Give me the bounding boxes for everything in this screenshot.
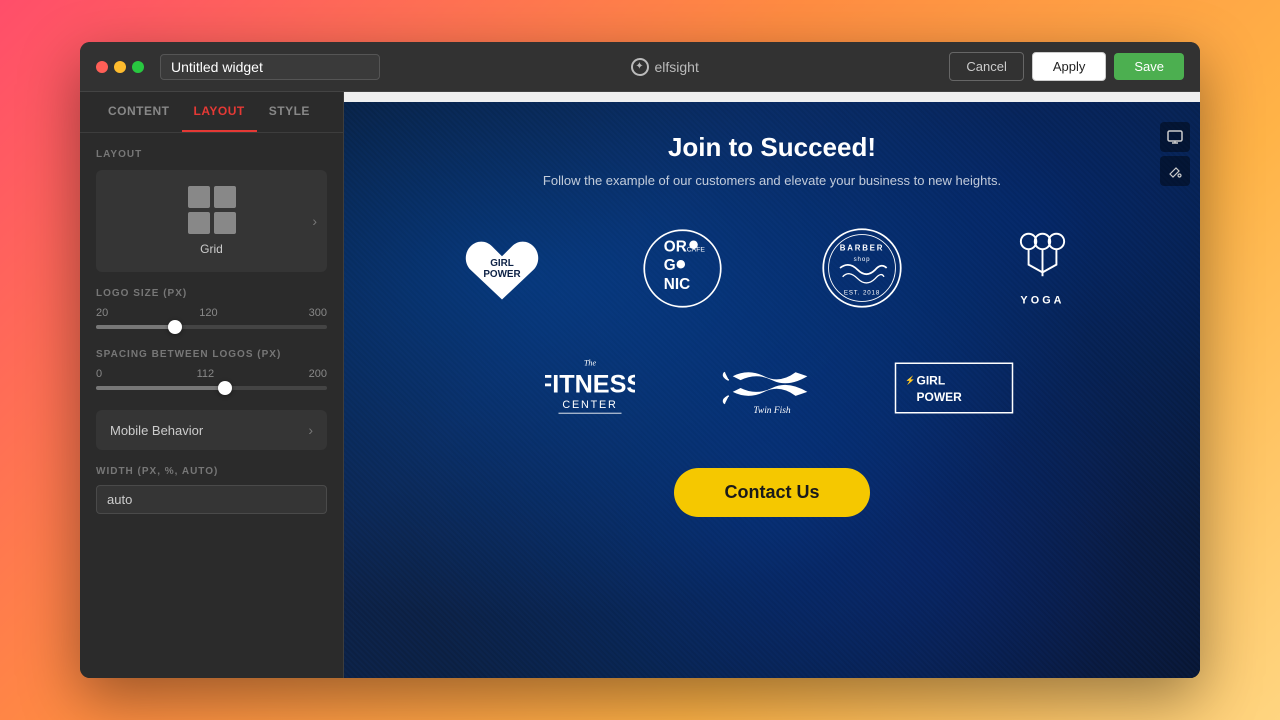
grid-cell xyxy=(188,186,210,208)
elfsight-brand: elfsight xyxy=(655,59,699,75)
titlebar-actions: Cancel Apply Save xyxy=(949,52,1184,81)
elfsight-logo: ✦ elfsight xyxy=(631,58,699,76)
logo-item-twinfish: Twin Fish xyxy=(691,338,853,438)
logo-item-girlpower2: ⚡ GIRL POWER xyxy=(873,338,1035,438)
logo-size-fill xyxy=(96,325,175,329)
spacing-label: SPACING BETWEEN LOGOS (PX) xyxy=(96,349,327,360)
svg-text:⚡: ⚡ xyxy=(905,375,915,386)
widget-title-input[interactable] xyxy=(160,54,380,80)
spacing-fill xyxy=(96,386,225,390)
tab-content[interactable]: CONTENT xyxy=(96,92,182,132)
layout-name: Grid xyxy=(200,242,223,256)
logo-size-thumb[interactable] xyxy=(168,320,182,334)
logo-size-section: LOGO SIZE (PX) 20 120 300 xyxy=(80,288,343,349)
spacing-thumb[interactable] xyxy=(218,381,232,395)
logo-item-girl-power: GIRL POWER xyxy=(422,218,582,318)
minimize-button[interactable] xyxy=(114,61,126,73)
spacing-value: 112 xyxy=(197,368,215,380)
svg-text:GIRL: GIRL xyxy=(916,373,945,387)
svg-text:EST. 2018: EST. 2018 xyxy=(844,289,880,296)
chevron-right-icon: › xyxy=(308,422,313,438)
logo-size-value: 120 xyxy=(199,307,217,319)
grid-cell xyxy=(188,212,210,234)
width-input[interactable] xyxy=(96,485,327,514)
cancel-button[interactable]: Cancel xyxy=(949,52,1023,81)
svg-text:GIRL: GIRL xyxy=(490,258,514,269)
spacing-range: 0 112 200 xyxy=(96,368,327,380)
svg-text:FITNESS: FITNESS xyxy=(545,371,635,399)
grid-cell xyxy=(214,186,236,208)
layout-selector[interactable]: Grid › xyxy=(96,170,327,272)
svg-text:NIC: NIC xyxy=(663,275,689,292)
maximize-button[interactable] xyxy=(132,61,144,73)
logo-size-label: LOGO SIZE (PX) xyxy=(96,288,327,299)
logo-item-barber: BARBER shop EST. 2018 xyxy=(782,218,942,318)
preview-area: Join to Succeed! Follow the example of o… xyxy=(344,92,1200,678)
save-button[interactable]: Save xyxy=(1114,53,1184,80)
logo-item-fitness: The FITNESS CENTER xyxy=(510,338,672,438)
preview-title: Join to Succeed! xyxy=(668,132,876,163)
width-section: WIDTH (PX, %, AUTO) xyxy=(80,466,343,514)
svg-text:G: G xyxy=(663,257,675,274)
logo-size-track[interactable] xyxy=(96,325,327,329)
preview-tools xyxy=(1160,122,1190,186)
chevron-right-icon: › xyxy=(312,213,317,229)
elfsight-icon: ✦ xyxy=(631,58,649,76)
preview-subtitle: Follow the example of our customers and … xyxy=(543,173,1001,188)
svg-text:POWER: POWER xyxy=(483,269,520,280)
svg-text:shop: shop xyxy=(854,256,871,263)
svg-text:OR: OR xyxy=(663,238,686,255)
svg-text:CAFE: CAFE xyxy=(686,246,705,253)
svg-text:CENTER: CENTER xyxy=(563,399,618,411)
logo-size-min: 20 xyxy=(96,307,108,319)
svg-text:Twin Fish: Twin Fish xyxy=(753,406,790,416)
mobile-behavior-label: Mobile Behavior xyxy=(110,423,203,438)
spacing-section: SPACING BETWEEN LOGOS (PX) 0 112 200 xyxy=(80,349,343,410)
logo-grid-row2: The FITNESS CENTER xyxy=(510,338,1035,438)
tabs: CONTENT LAYOUT STYLE xyxy=(80,92,343,133)
svg-text:POWER: POWER xyxy=(916,390,962,404)
preview-main: Join to Succeed! Follow the example of o… xyxy=(344,102,1200,678)
logo-size-max: 300 xyxy=(309,307,327,319)
close-button[interactable] xyxy=(96,61,108,73)
layout-section-label: LAYOUT xyxy=(96,149,327,160)
apply-button[interactable]: Apply xyxy=(1032,52,1107,81)
app-window: ✦ elfsight Cancel Apply Save CONTENT LAY… xyxy=(80,42,1200,678)
logo-item-organic: OR G NIC CAFE xyxy=(602,218,762,318)
svg-text:BARBER: BARBER xyxy=(840,243,884,252)
paint-bucket-button[interactable] xyxy=(1160,156,1190,186)
logo-item-yoga: YOGA xyxy=(962,218,1122,318)
spacing-track[interactable] xyxy=(96,386,327,390)
preview-top-bar xyxy=(344,92,1200,102)
traffic-lights xyxy=(96,61,144,73)
preview-content: Join to Succeed! Follow the example of o… xyxy=(344,102,1200,678)
titlebar: ✦ elfsight Cancel Apply Save xyxy=(80,42,1200,92)
tab-style[interactable]: STYLE xyxy=(257,92,322,132)
titlebar-center: ✦ elfsight xyxy=(380,58,949,76)
svg-text:The: The xyxy=(584,359,597,368)
svg-text:YOGA: YOGA xyxy=(1020,294,1064,306)
main-content: CONTENT LAYOUT STYLE LAYOUT Grid › xyxy=(80,92,1200,678)
layout-section: LAYOUT Grid › xyxy=(80,133,343,288)
sidebar: CONTENT LAYOUT STYLE LAYOUT Grid › xyxy=(80,92,344,678)
logo-grid-row1: GIRL POWER OR G xyxy=(422,218,1122,318)
spacing-min: 0 xyxy=(96,368,102,380)
grid-cell xyxy=(214,212,236,234)
logo-size-range: 20 120 300 xyxy=(96,307,327,319)
spacing-max: 200 xyxy=(309,368,327,380)
contact-us-button[interactable]: Contact Us xyxy=(674,468,869,517)
grid-layout-icon xyxy=(188,186,236,234)
mobile-behavior-row[interactable]: Mobile Behavior › xyxy=(96,410,327,450)
tab-layout[interactable]: LAYOUT xyxy=(182,92,257,132)
desktop-view-button[interactable] xyxy=(1160,122,1190,152)
width-label: WIDTH (PX, %, AUTO) xyxy=(96,466,327,477)
